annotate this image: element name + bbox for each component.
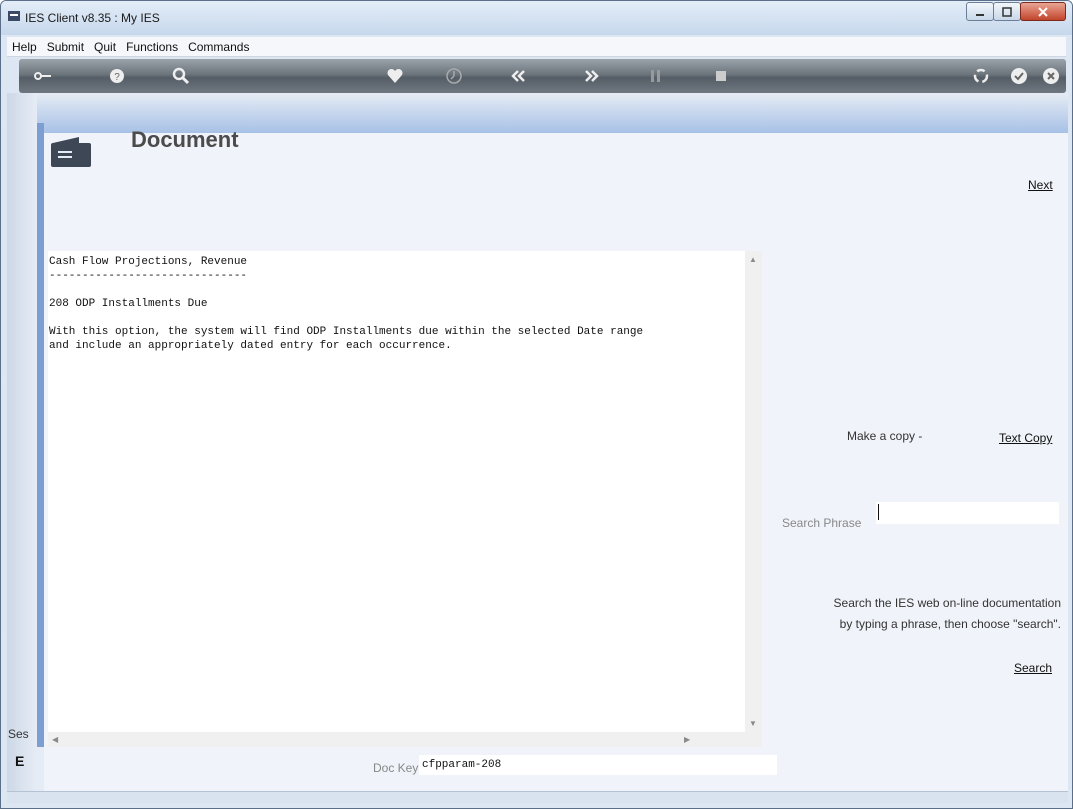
left-accent-bar [37,123,44,747]
document-text-panel[interactable]: Cash Flow Projections, Revenue ----------… [48,251,762,747]
svg-text:?: ? [114,72,120,83]
maximize-icon[interactable] [993,2,1021,21]
stop-icon[interactable] [711,66,731,86]
search-help-text: Search the IES web on-line documentation… [781,593,1061,635]
doc-line: and include an appropriately dated entry… [49,340,452,352]
menu-functions[interactable]: Functions [121,40,183,54]
title-bar[interactable]: IES Client v8.35 : My IES [1,1,1072,35]
scroll-left-icon[interactable]: ◀ [52,735,58,744]
scroll-down-icon[interactable]: ▼ [749,719,757,728]
text-copy-link[interactable]: Text Copy [999,431,1052,445]
search-phrase-label: Search Phrase [782,516,862,530]
left-strip [7,93,37,803]
doc-line [49,283,744,297]
search-help-line: by typing a phrase, then choose "search"… [839,617,1061,631]
key-icon[interactable] [33,66,53,86]
menu-commands[interactable]: Commands [183,40,254,54]
document-text[interactable]: Cash Flow Projections, Revenue ----------… [48,251,745,732]
minimize-icon[interactable] [966,2,994,21]
doc-key-field[interactable]: cfpparam-208 [419,755,777,775]
copy-label: Make a copy - [847,429,923,443]
horizontal-scrollbar[interactable]: ◀ ▶ [48,732,762,747]
menu-bar: Help Submit Quit Functions Commands [7,37,1066,57]
tools-icon[interactable] [646,66,666,86]
search-phrase-input[interactable] [876,502,1059,524]
sidebar-glyph: E [15,753,25,769]
scroll-up-icon[interactable]: ▲ [749,255,757,264]
menu-quit[interactable]: Quit [89,40,121,54]
status-bar [7,791,1068,803]
check-icon[interactable] [1009,66,1029,86]
document-icon [51,137,91,167]
toolbar: ? [19,59,1066,93]
scroll-right-icon[interactable]: ▶ [684,735,690,744]
app-window: IES Client v8.35 : My IES Help Submit Qu… [0,0,1073,809]
doc-line [49,311,744,325]
close-icon[interactable] [1020,2,1066,21]
window-title: IES Client v8.35 : My IES [25,11,160,25]
app-icon [8,11,20,21]
window-controls [966,2,1066,21]
next-link[interactable]: Next [1028,178,1053,192]
search-icon[interactable] [171,66,191,86]
search-help-line: Search the IES web on-line documentation [833,596,1061,610]
heart-icon[interactable] [385,66,405,86]
doc-line: With this option, the system will find O… [49,326,644,338]
vertical-scrollbar[interactable]: ▲ ▼ [745,251,762,732]
doc-line: 208 ODP Installments Due [49,298,208,310]
doc-key-label: Doc Key [373,761,419,775]
fast-forward-icon[interactable] [581,66,601,86]
text-caret [878,504,879,520]
doc-line: Cash Flow Projections, Revenue [49,256,248,268]
close-icon[interactable] [1041,66,1061,86]
doc-line: ------------------------------ [49,270,248,282]
menu-help[interactable]: Help [7,40,42,54]
help-icon[interactable]: ? [107,66,127,86]
session-label: Ses [8,727,29,741]
rewind-icon[interactable] [509,66,529,86]
menu-submit[interactable]: Submit [42,40,89,54]
recycle-icon[interactable] [971,66,991,86]
search-link[interactable]: Search [1014,661,1052,675]
clock-icon[interactable] [444,66,464,86]
page-title: Document [131,127,239,152]
